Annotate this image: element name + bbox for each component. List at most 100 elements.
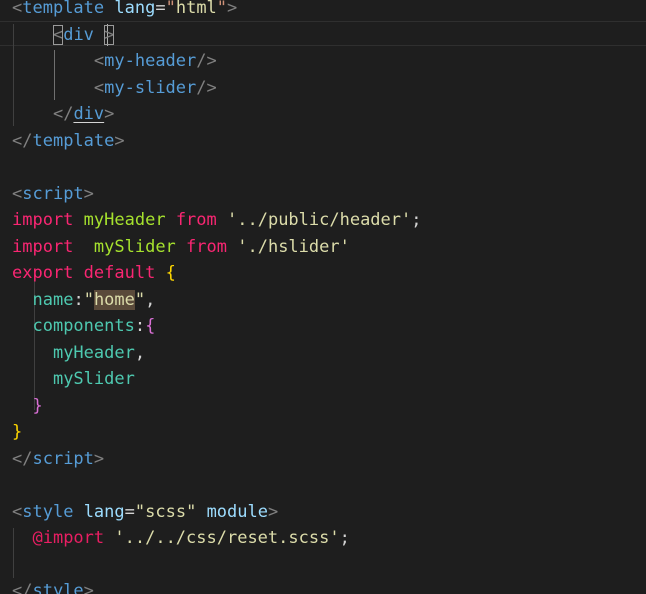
code-token: > <box>83 581 94 594</box>
code-line[interactable]: <script> <box>12 182 94 206</box>
code-token: " <box>83 289 94 310</box>
code-token: script <box>32 448 94 469</box>
code-token: = <box>124 501 135 522</box>
code-token: "scss" <box>134 501 197 522</box>
code-token: ; <box>339 528 350 548</box>
code-line[interactable]: @import '../../css/reset.scss'; <box>12 526 350 550</box>
code-line[interactable]: } <box>12 420 22 444</box>
code-token: /> <box>196 51 217 71</box>
code-token: > <box>267 501 279 522</box>
code-token: /> <box>196 77 217 98</box>
code-token: } <box>32 395 43 416</box>
code-token: > <box>227 0 238 18</box>
code-token: " <box>165 0 176 18</box>
code-token: > <box>83 183 94 204</box>
code-line[interactable]: mySlider <box>12 367 135 391</box>
code-line[interactable]: <my-slider/> <box>12 76 217 100</box>
code-line[interactable]: import mySlider from './hslider' <box>12 235 350 259</box>
code-token: html <box>175 0 217 18</box>
code-token: style <box>22 501 74 522</box>
code-token: template <box>22 0 105 18</box>
code-token: lang <box>83 501 125 522</box>
code-token: } <box>12 422 23 442</box>
code-token: script <box>22 183 84 204</box>
code-token: import <box>12 236 74 257</box>
code-token: < <box>52 24 64 45</box>
code-token: </ <box>12 130 33 151</box>
code-line[interactable]: name:"home", <box>12 288 155 312</box>
code-token: > <box>114 130 125 151</box>
code-token: </ <box>12 448 33 469</box>
code-token: div <box>63 24 94 45</box>
code-token: '../../css/reset.scss' <box>114 528 340 548</box>
code-token: home <box>93 289 135 310</box>
code-token: from <box>186 236 227 257</box>
code-token: lang <box>114 0 156 18</box>
code-line[interactable]: components:{ <box>12 314 155 338</box>
code-token: name <box>32 289 74 310</box>
code-token: { <box>165 263 176 283</box>
code-line[interactable]: myHeader, <box>12 341 145 365</box>
code-token: export <box>12 263 74 283</box>
code-line[interactable]: } <box>12 394 43 418</box>
code-token: ; <box>411 210 422 230</box>
code-line[interactable]: <style lang="scss" module> <box>12 500 278 524</box>
code-line[interactable]: <template lang="html"> <box>12 0 237 20</box>
code-line[interactable]: <div > <box>12 23 115 47</box>
code-token: style <box>32 581 84 594</box>
code-token: : <box>134 316 146 336</box>
code-token: components <box>32 316 135 336</box>
code-line[interactable]: import myHeader from '../public/header'; <box>12 208 422 232</box>
code-token: mySlider <box>52 369 135 389</box>
code-token: = <box>155 0 166 18</box>
code-line[interactable]: export default { <box>12 261 176 285</box>
code-token: import <box>12 210 74 230</box>
code-line[interactable]: </div> <box>12 102 114 126</box>
code-line[interactable]: </script> <box>12 447 104 471</box>
code-token: '../public/header' <box>227 210 412 230</box>
code-editor[interactable]: <template lang="html"> <div > <my-header… <box>0 0 646 594</box>
code-token: < <box>93 51 105 71</box>
code-line[interactable]: </style> <box>12 579 94 594</box>
code-token: < <box>93 77 105 98</box>
code-token: " <box>134 289 146 310</box>
code-token: div <box>73 104 105 124</box>
code-token: < <box>12 501 23 522</box>
code-token: template <box>32 130 115 151</box>
code-token: > <box>93 448 105 469</box>
code-token: " <box>216 0 228 18</box>
code-token: > <box>104 104 115 124</box>
code-token: , <box>134 342 146 363</box>
code-token: { <box>145 316 156 336</box>
code-token: < <box>12 0 23 18</box>
code-token: my-slider <box>104 77 197 98</box>
code-token: > <box>104 24 115 45</box>
code-line[interactable]: <my-header/> <box>12 49 217 73</box>
code-token: < <box>12 183 23 204</box>
code-token: from <box>175 210 217 230</box>
code-line[interactable]: </template> <box>12 129 125 153</box>
code-token: </ <box>12 581 33 594</box>
code-token: './hslider' <box>237 236 350 257</box>
